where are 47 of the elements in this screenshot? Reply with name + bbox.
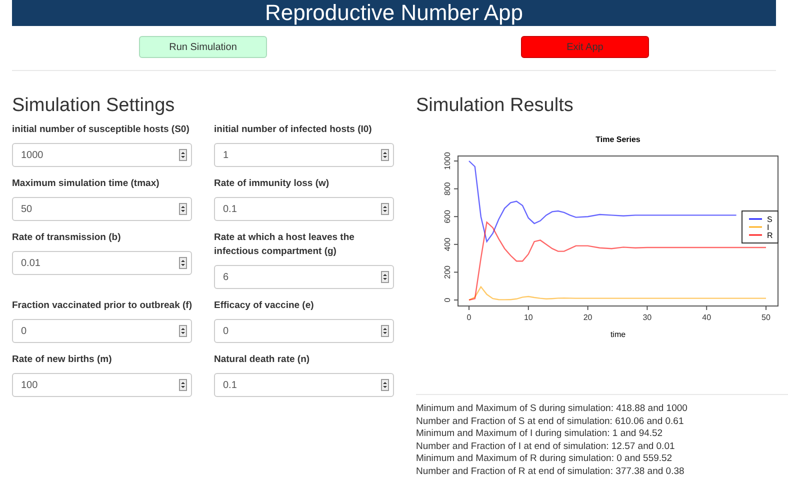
summary-line: Number and Fraction of R at end of simulation: 377.38 and 0.38	[416, 466, 686, 478]
summary-line: Number and Fraction of I at end of simulation: 12.57 and 0.01	[416, 440, 676, 453]
number-field[interactable]: 0	[12, 319, 192, 343]
field-label: Rate of immunity loss (w)	[214, 177, 330, 191]
section-title: Simulation Results	[416, 95, 574, 117]
x-tick-label: 50	[762, 313, 770, 322]
x-tick-label: 0	[466, 313, 472, 322]
section-title: Simulation Settings	[12, 95, 176, 117]
field-label: Rate of new births (m)	[12, 353, 113, 367]
number-field[interactable]: 50	[12, 197, 192, 221]
field-label: Fraction vaccinated prior to outbreak (f)	[12, 299, 192, 313]
x-tick-label: 40	[702, 313, 712, 322]
field-label: Efficacy of vaccine (e)	[214, 299, 315, 313]
y-tick-label: 600	[443, 210, 452, 224]
field-label: Natural death rate (n)	[214, 353, 311, 367]
number-field[interactable]: 0.1	[214, 197, 394, 221]
summary-line: Number and Fraction of S at end of simulation: 610.06 and 0.61	[416, 416, 685, 428]
x-axis-label: time	[610, 330, 626, 339]
summary-line: Minimum and Maximum of R during simulation: 0 and 559.52	[416, 453, 674, 466]
number-field[interactable]: 100	[12, 373, 192, 397]
run-button[interactable]: Run Simulation	[139, 36, 267, 58]
x-tick-label: 10	[524, 313, 533, 322]
number-field[interactable]: 0.1	[214, 373, 394, 397]
field-label: Maximum simulation time (tmax)	[12, 177, 160, 191]
legend-label: I	[767, 223, 770, 232]
field-label: Rate of transmission (b)	[12, 231, 122, 245]
field-label: Rate at which a host leaves the infectious compartment (g)	[214, 231, 356, 259]
y-tick-label: 200	[443, 266, 452, 279]
field-label: initial number of susceptible hosts (S0)	[12, 123, 190, 137]
y-tick-label: 800	[443, 182, 452, 196]
summary-line: Minimum and Maximum of S during simulation: 418.88 and 1000	[416, 403, 688, 416]
legend-label: S	[767, 215, 772, 224]
number-field[interactable]: 6	[214, 265, 394, 289]
y-tick-label: 0	[443, 298, 452, 302]
chart-title: Time Series	[596, 135, 640, 144]
summary-line: Minimum and Maximum of I during simulation: 1 and 94.52	[416, 428, 664, 440]
number-field[interactable]: 1000	[12, 143, 192, 167]
y-tick-label: 400	[443, 238, 452, 252]
x-tick-label: 30	[642, 313, 652, 322]
field-label: initial number of infected hosts (I0)	[214, 123, 373, 137]
number-field[interactable]: 0.01	[12, 251, 192, 275]
app-title: Reproductive Number App	[12, 0, 776, 26]
x-tick-label: 20	[583, 313, 592, 322]
y-tick-label: 1000	[443, 152, 452, 170]
legend-label: R	[767, 231, 773, 240]
number-field[interactable]: 1	[214, 143, 394, 167]
number-field[interactable]: 0	[214, 319, 394, 343]
